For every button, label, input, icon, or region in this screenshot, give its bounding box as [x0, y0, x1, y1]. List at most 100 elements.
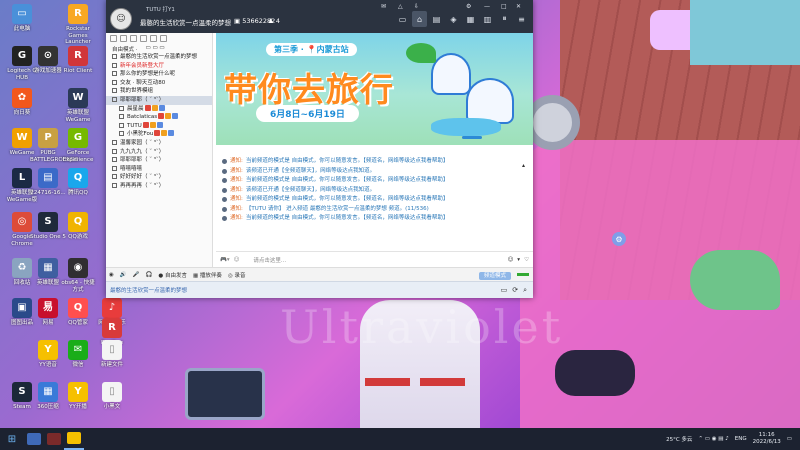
broadcast-button[interactable]: ▦ 播放伴奏 [193, 271, 222, 279]
headphone-icon[interactable]: 🎧 [146, 272, 153, 278]
channel-list-item[interactable]: 温馨家园（ ˘ ³˘） [106, 139, 212, 148]
message-text[interactable]: 该频道已开通【全频道聊天】，网络等级达点我知道。 [246, 167, 375, 177]
channel-list-item[interactable]: 耶耶耶耶（ ˘ ³˘） [106, 95, 212, 105]
desktop-icon[interactable]: ◉ obs64 - 快捷方式 [60, 258, 96, 293]
weather[interactable]: 25°C 多云 [666, 435, 692, 443]
desktop-icon[interactable]: Q QQ游戏 [60, 212, 96, 241]
notification-icon[interactable]: ▭ [787, 436, 792, 442]
expand-icon[interactable] [112, 174, 117, 180]
desktop-icon[interactable]: Q QQ管家 [60, 298, 96, 327]
input-action-icon[interactable]: ☺ [508, 257, 514, 263]
expand-icon[interactable] [112, 148, 117, 154]
channel-list-item[interactable]: 嘻嘻嘻嘻 [106, 165, 212, 174]
channel-list-item[interactable]: 我的世界模组 [106, 87, 212, 96]
emoji-icon[interactable]: ☺ [234, 257, 240, 263]
desktop-icon[interactable]: ▯ 新建文件 [94, 340, 130, 369]
expand-icon[interactable] [119, 114, 124, 120]
record-button[interactable]: ◎ 录音 [228, 271, 246, 279]
channel-list-item[interactable]: Batclaticas [106, 113, 212, 122]
window-titlebar[interactable]: ☺ TUTU 打Y1 最憨的生活欣赏一点温柔的梦想 ▣ 53662282 ♟ 4… [106, 0, 533, 33]
settings-float-icon[interactable]: ⚙ [612, 232, 626, 246]
channel-list-item[interactable]: 九九九九（ ˘ ³˘） [106, 148, 212, 157]
titlebar-control-icon[interactable]: □ [501, 3, 507, 10]
message-text[interactable]: 【TUTU 请你】 进入频道 最憨的生活欣赏一点温柔的梦想 频道。(11/536… [246, 205, 429, 215]
star-icon[interactable] [160, 35, 167, 42]
titlebar-control-icon[interactable]: ✉ [381, 3, 386, 10]
desktop-icon[interactable]: R Rockstar Games Launcher [60, 4, 96, 46]
taskbar-app-media[interactable] [44, 428, 64, 450]
game-icon[interactable]: ◈ [446, 11, 461, 27]
menu-icon[interactable]: ≡ [514, 11, 529, 27]
scroll-up-icon[interactable]: ▴ [522, 162, 525, 169]
message-text[interactable]: 当前频道的模式是 自由模式，你可以随意发言。【频道名，网络等级达点我看帮助】 [246, 176, 449, 186]
expand-icon[interactable] [119, 122, 124, 128]
expand-icon[interactable] [112, 71, 117, 77]
input-action-icon[interactable]: ♡ [524, 257, 529, 263]
mic-toggle-icon[interactable]: 🎤 [133, 272, 140, 278]
desktop-icon[interactable]: R Riot Client [60, 46, 96, 75]
message-text[interactable]: 该频道已开通【全频道聊天】，网络等级达点我知道。 [246, 186, 375, 196]
input-action-icon[interactable]: ▾ [517, 257, 520, 263]
home-icon[interactable]: ⌂ [412, 11, 427, 27]
doc-icon[interactable] [150, 35, 157, 42]
language-indicator[interactable]: ENG [735, 436, 747, 442]
volume-icon[interactable]: 🔊 [120, 272, 127, 278]
taskbar-app-yy[interactable] [64, 428, 84, 450]
desktop-icon[interactable]: G GeForce Experience [60, 128, 96, 163]
titlebar-control-icon[interactable]: △ [398, 3, 403, 10]
mic-icon[interactable] [130, 35, 137, 42]
screen-icon[interactable]: ▭ [395, 11, 410, 27]
user-avatar[interactable]: ☺ [110, 8, 132, 30]
banner-page-indicator[interactable] [462, 136, 482, 139]
expand-icon[interactable] [112, 79, 117, 85]
search-icon[interactable] [120, 35, 127, 42]
channel-list-item[interactable]: 好好好好（ ˘ ³˘） [106, 173, 212, 182]
desktop-icon[interactable]: Q 腾讯QQ [60, 168, 96, 197]
pause-icon[interactable]: ⏸ [497, 11, 512, 27]
channel-mode-button[interactable]: 频道模式 [478, 271, 511, 280]
desktop-icon[interactable]: Y YY开播 [60, 382, 96, 411]
channel-list-item[interactable]: TUTU [106, 121, 212, 131]
expand-icon[interactable] [112, 139, 117, 145]
tray-icons[interactable]: ⌃ ▭ ◉ ▤ ♪ [698, 436, 728, 442]
status-action-icon[interactable]: ⌕ [523, 286, 527, 295]
desktop-icon[interactable]: W 英雄联盟WeGame [60, 88, 96, 123]
status-action-icon[interactable]: ⟳ [512, 286, 518, 295]
titlebar-control-icon[interactable]: ⇩ [414, 3, 419, 10]
desktop-icon[interactable]: ▯ 小黑文 [94, 382, 130, 411]
titlebar-control-icon[interactable]: ⚙ [466, 3, 471, 10]
expand-icon[interactable] [119, 105, 124, 111]
message-text[interactable]: 当前频道的模式是 自由模式，你可以随意发言。【频道名，网络等级达点我看帮助】 [246, 195, 449, 205]
grid-icon[interactable]: ▦ [463, 11, 478, 27]
channel-list-item[interactable]: 再再再再（ ˘ ³˘） [106, 182, 212, 191]
message-text[interactable]: 当前频道的模式是 自由模式，你可以随意发言。【频道名，网络等级达点我看帮助】 [246, 214, 449, 224]
channel-list-item[interactable]: 交友 · 聊天互动80 [106, 79, 212, 88]
channel-list-item[interactable]: 那么你的梦想是什么呢 [106, 70, 212, 79]
desktop-icon[interactable]: ▭ 此电脑 [4, 4, 40, 33]
channel-mode[interactable]: 自由模式 · ▭ ▭ ▭ [106, 44, 212, 53]
titlebar-control-icon[interactable]: — [484, 3, 490, 10]
channel-list-item[interactable]: 新年会员新登大厅 [106, 62, 212, 71]
expand-icon[interactable] [112, 182, 117, 188]
card-icon[interactable]: ▥ [480, 11, 495, 27]
expand-icon[interactable] [112, 54, 117, 59]
titlebar-control-icon[interactable]: ✕ [516, 3, 521, 10]
channel-list-item[interactable]: 耶耶耶耶（ ˘ ³˘） [106, 156, 212, 165]
channel-list-item[interactable]: 最憨的生活欣赏一点温柔的梦想 [106, 53, 212, 62]
expand-icon[interactable] [112, 157, 117, 163]
desktop-icon[interactable]: ✿ 向日葵 [4, 88, 40, 117]
expand-icon[interactable] [119, 131, 124, 137]
status-action-icon[interactable]: ▭ [501, 286, 508, 295]
taskbar-app-explorer[interactable] [24, 428, 44, 450]
channel-list-item[interactable]: 小黑驼Fou [106, 130, 212, 139]
expand-icon[interactable] [112, 62, 117, 68]
start-button[interactable]: ⊞ [0, 428, 24, 450]
gamepad-icon[interactable]: 🎮▾ [220, 257, 230, 263]
event-banner[interactable]: 第三季 · 📍内蒙古站 带你去旅行 6月8日~6月19日 [216, 33, 533, 145]
desktop-icon[interactable]: ✉ 微信 [60, 340, 96, 369]
channel-list-item[interactable]: 晨星晨 [106, 104, 212, 114]
message-text[interactable]: 当前频道的模式是 自由模式，你可以随意发言。【频道名，网络等级达点我看帮助】 [246, 157, 449, 167]
list-icon[interactable]: ▤ [429, 11, 444, 27]
clock[interactable]: 11:16 2022/6/13 [753, 432, 781, 446]
expand-icon[interactable] [112, 88, 117, 94]
